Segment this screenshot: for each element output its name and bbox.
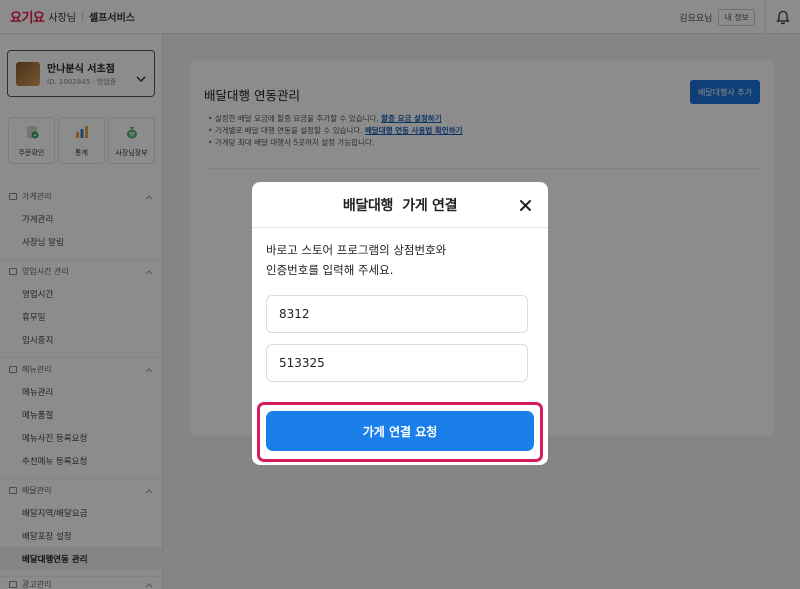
description-line: 인증번호를 입력해 주세요.	[266, 263, 394, 277]
auth-number-input[interactable]	[266, 344, 528, 382]
store-number-input[interactable]	[266, 295, 528, 333]
description-line: 바로고 스토어 프로그램의 상점번호와	[266, 243, 447, 257]
modal-description: 바로고 스토어 프로그램의 상점번호와 인증번호를 입력해 주세요.	[266, 240, 536, 280]
connect-store-request-button[interactable]: 가게 연결 요청	[266, 411, 534, 451]
connect-store-modal: 배달대행 가게 연결 바로고 스토어 프로그램의 상점번호와 인증번호를 입력해…	[252, 182, 548, 465]
highlight-frame: 가게 연결 요청	[257, 402, 543, 462]
close-icon[interactable]	[516, 196, 534, 214]
modal-title: 배달대행 가게 연결	[342, 197, 458, 214]
modal-header: 배달대행 가게 연결	[252, 182, 548, 228]
